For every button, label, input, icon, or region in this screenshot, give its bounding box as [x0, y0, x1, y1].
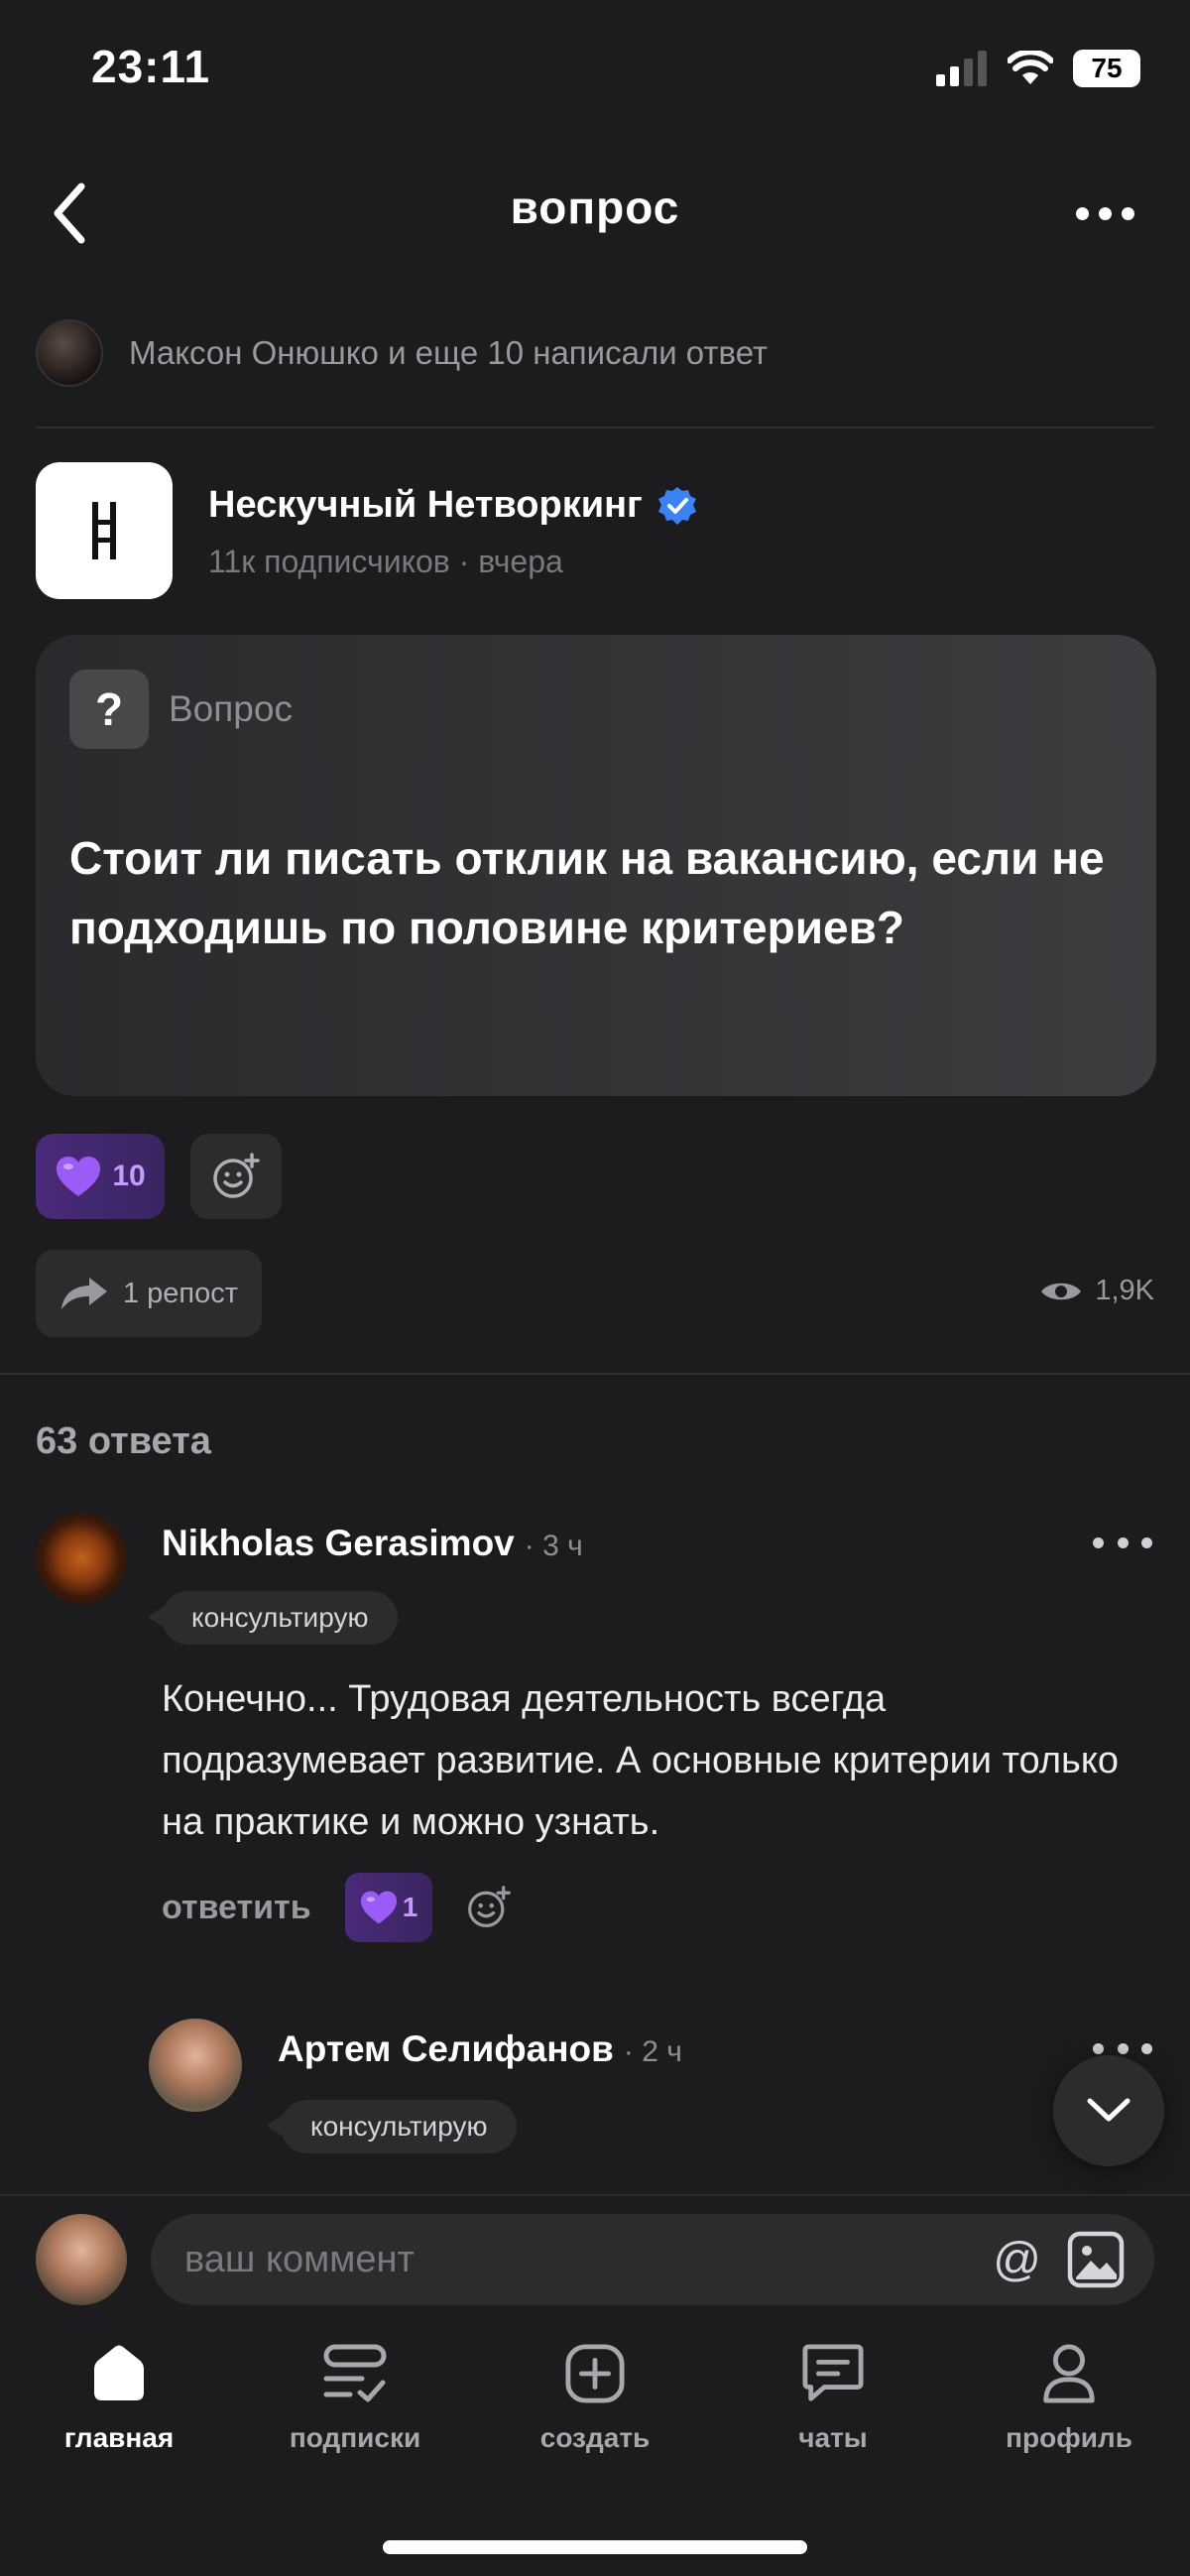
status-time: 23:11 [91, 41, 211, 92]
badge-tail [148, 1605, 166, 1629]
answered-summary[interactable]: Максон Онюшко и еще 10 написали ответ [36, 319, 768, 387]
views-count: 1,9K [1095, 1275, 1154, 1306]
add-emoji-icon[interactable] [466, 1885, 512, 1930]
badge-label: консультирую [191, 1602, 369, 1633]
home-icon [94, 2345, 144, 2400]
plus-icon [565, 2344, 625, 2403]
author-name-row[interactable]: Нескучный Нетворкинг [208, 484, 698, 527]
reply-avatar[interactable] [149, 2019, 242, 2112]
home-indicator[interactable] [383, 2540, 807, 2554]
tab-label: главная [63, 2422, 175, 2453]
signal-icon [936, 51, 987, 86]
reply-header: Артем Селифанов · 2 ч [278, 2028, 682, 2070]
author-logo-icon [92, 502, 116, 559]
answers-count: 63 ответа [36, 1420, 211, 1462]
scroll-down-button[interactable] [1053, 2055, 1164, 2166]
author-meta: 11к подписчиков · вчера [208, 544, 563, 579]
question-tag: ? Вопрос [69, 670, 293, 749]
tab-label: создать [539, 2422, 651, 2453]
eye-icon [1041, 1283, 1082, 1299]
more-options-button[interactable] [1055, 188, 1154, 238]
comment-time: · 3 ч [524, 1530, 583, 1562]
more-dot-icon [1093, 2042, 1104, 2054]
subscriptions-icon [323, 2344, 387, 2402]
comment-text: Конечно... Трудовая деятельность всегда … [162, 1678, 1120, 1843]
more-dot-icon [1121, 206, 1134, 220]
tab-chats[interactable]: чаты [724, 2343, 942, 2454]
more-dot-icon [1117, 1536, 1129, 1548]
author-avatar[interactable] [36, 462, 173, 599]
add-reaction-button[interactable] [190, 1134, 282, 1219]
comment-field[interactable]: @ [151, 2214, 1154, 2305]
section-divider [0, 1373, 1190, 1375]
comment-avatar[interactable] [36, 1513, 127, 1604]
divider [36, 427, 1154, 429]
status-indicators: 75 [936, 50, 1140, 87]
verified-badge-icon [657, 486, 696, 525]
more-dot-icon [1117, 2042, 1129, 2054]
reply-button[interactable]: ответить [162, 1889, 311, 1927]
reply-time: · 2 ч [623, 2035, 682, 2068]
badge-label: консультирую [310, 2111, 488, 2142]
comment-heart-reaction[interactable]: 1 [344, 1873, 432, 1942]
image-attach-icon[interactable] [1067, 2231, 1125, 2288]
answerer-avatar [36, 319, 103, 387]
answered-text: Максон Онюшко и еще 10 написали ответ [129, 334, 769, 371]
tab-home[interactable]: главная [10, 2343, 228, 2454]
question-icon: ? [69, 670, 149, 749]
purple-heart-icon [360, 1891, 397, 1924]
question-tag-label: Вопрос [169, 688, 293, 729]
status-badge: консультирую [148, 1591, 399, 1645]
repost-arrow-icon [60, 1278, 107, 1309]
add-emoji-icon [213, 1153, 260, 1198]
page-title: вопрос [510, 182, 680, 233]
comment-actions: ответить 1 [162, 1873, 512, 1942]
tab-label: профиль [1006, 2422, 1132, 2453]
my-avatar [36, 2214, 127, 2305]
reply-author[interactable]: Артем Селифанов [278, 2028, 614, 2070]
question-text: Стоит ли писать отклик на вакансию, если… [69, 832, 1105, 953]
comment-header: Nikholas Gerasimov · 3 ч [162, 1523, 583, 1564]
more-dot-icon [1098, 206, 1112, 220]
tab-label: чаты [798, 2422, 868, 2453]
badge-tail [267, 2114, 285, 2138]
more-dot-icon [1141, 2042, 1152, 2054]
chevron-down-icon [1087, 2098, 1130, 2122]
tab-subscriptions[interactable]: подписки [246, 2343, 464, 2454]
author-name: Нескучный Нетворкинг [208, 484, 643, 526]
more-dot-icon [1093, 1536, 1104, 1548]
views-counter: 1,9K [1039, 1275, 1154, 1307]
heart-count: 10 [112, 1160, 146, 1192]
more-dot-icon [1075, 206, 1089, 220]
chat-icon [802, 2344, 864, 2401]
comment-heart-count: 1 [402, 1892, 418, 1922]
comment-author[interactable]: Nikholas Gerasimov [162, 1523, 515, 1564]
repost-button[interactable]: 1 репост [36, 1250, 262, 1337]
repost-label: 1 репост [122, 1277, 239, 1309]
profile-icon [1043, 2344, 1095, 2403]
battery-indicator: 75 [1073, 50, 1140, 87]
heart-reaction-button[interactable]: 10 [36, 1134, 165, 1219]
tab-profile[interactable]: профиль [960, 2343, 1178, 2454]
wifi-icon [1008, 51, 1053, 84]
purple-heart-icon [57, 1157, 101, 1196]
tab-label: подписки [289, 2422, 421, 2453]
comment-input[interactable] [184, 2238, 994, 2281]
comment-more-button[interactable] [1093, 1528, 1152, 1557]
status-badge: консультирую [267, 2100, 518, 2153]
mention-button[interactable]: @ [993, 2233, 1041, 2287]
more-dot-icon [1141, 1536, 1152, 1548]
tab-create[interactable]: создать [486, 2343, 704, 2454]
